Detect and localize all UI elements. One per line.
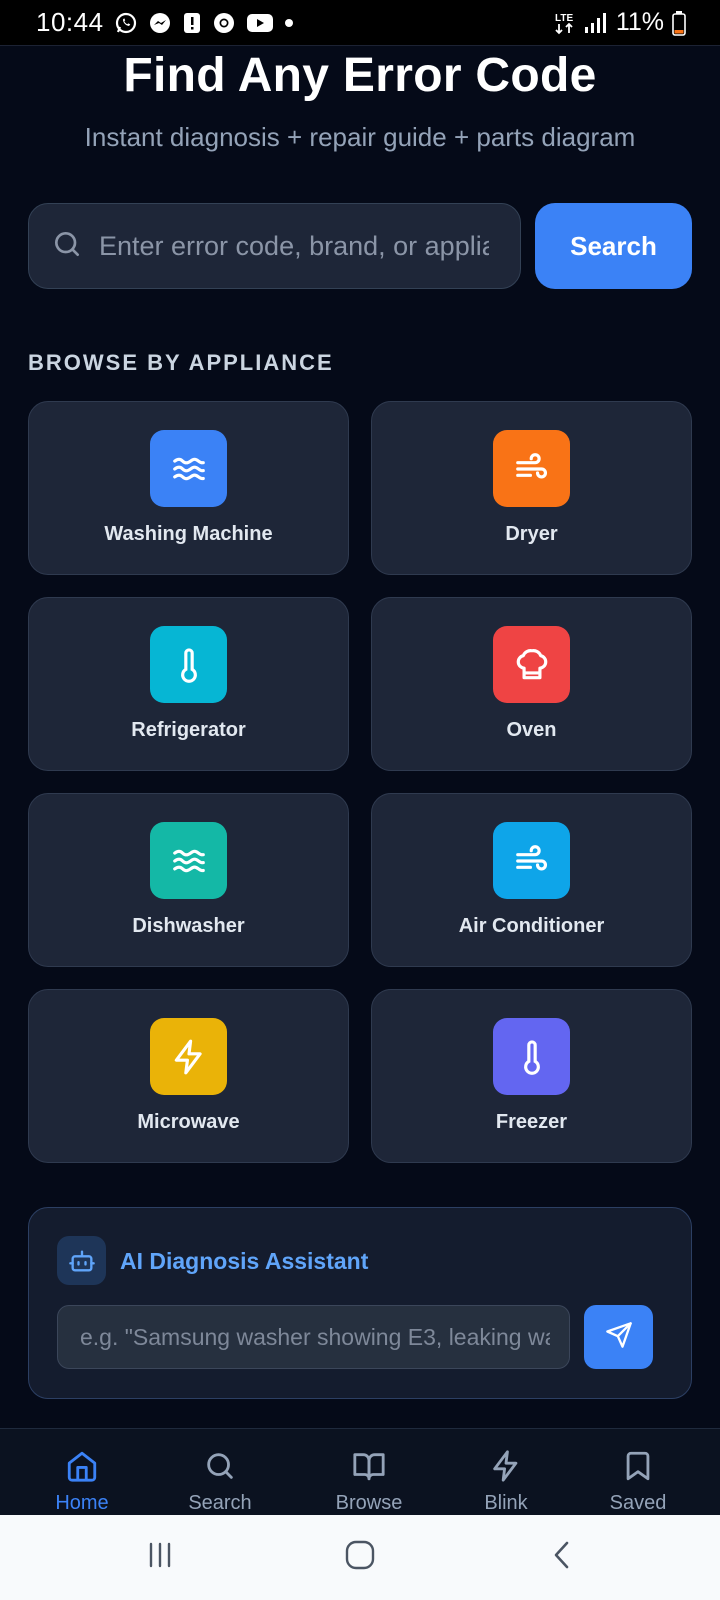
messenger-icon: [148, 11, 172, 35]
waves-icon: [150, 822, 227, 899]
nav-item-home[interactable]: Home: [40, 1429, 124, 1516]
appliance-tile-washing-machine[interactable]: Washing Machine: [28, 401, 349, 575]
status-time: 10:44: [36, 7, 104, 37]
nav-label: Search: [188, 1492, 252, 1514]
search-button[interactable]: Search: [535, 203, 692, 289]
home-circle-icon: [344, 1539, 376, 1576]
nav-label: Blink: [484, 1492, 528, 1514]
status-left: 10:44: [36, 7, 294, 38]
home-icon: [65, 1449, 99, 1488]
page-subtitle: Instant diagnosis + repair guide + parts…: [84, 122, 636, 152]
appliance-tile-oven[interactable]: Oven: [371, 597, 692, 771]
bottom-nav: Home Search Browse Blink Saved: [0, 1428, 720, 1515]
zap-icon: [150, 1018, 227, 1095]
main-content: Find Any Error Code Instant diagnosis + …: [0, 46, 720, 1428]
nav-label: Browse: [335, 1492, 403, 1514]
youtube-icon: [246, 12, 274, 34]
tile-label: Refrigerator: [131, 719, 246, 741]
status-right: LTE 11%: [554, 8, 686, 37]
battery-icon: [672, 10, 686, 36]
appliance-tile-air-conditioner[interactable]: Air Conditioner: [371, 793, 692, 967]
lte-icon: LTE: [554, 10, 576, 36]
thermometer-icon: [493, 1018, 570, 1095]
nav-item-search[interactable]: Search: [178, 1429, 262, 1516]
status-bar: 10:44 LTE 11%: [0, 0, 720, 46]
bookmark-icon: [621, 1449, 655, 1488]
search-box[interactable]: [28, 203, 521, 289]
tile-label: Microwave: [137, 1111, 240, 1133]
wind-icon: [493, 430, 570, 507]
robot-icon: [57, 1236, 106, 1285]
search-icon: [203, 1449, 237, 1488]
recents-button[interactable]: [130, 1515, 190, 1600]
appliance-tile-dryer[interactable]: Dryer: [371, 401, 692, 575]
home-system-button[interactable]: [330, 1515, 390, 1600]
ai-assistant-title: AI Diagnosis Assistant: [120, 1248, 369, 1274]
browse-heading: BROWSE BY APPLIANCE: [28, 350, 334, 375]
tile-label: Dishwasher: [132, 915, 245, 937]
tile-label: Oven: [506, 719, 557, 741]
appliance-grid: Washing Machine Dryer Refrigerator Oven: [28, 401, 692, 1163]
back-chevron-icon: [547, 1540, 577, 1575]
page-title: Find Any Error Code: [123, 49, 597, 102]
dot-icon: [284, 18, 294, 28]
recents-icon: [145, 1540, 175, 1575]
tile-label: Air Conditioner: [458, 915, 605, 937]
system-nav-bar: [0, 1515, 720, 1600]
chrome-icon: [212, 11, 236, 35]
battery-percent: 11%: [615, 8, 664, 36]
appliance-tile-freezer[interactable]: Freezer: [371, 989, 692, 1163]
appliance-tile-microwave[interactable]: Microwave: [28, 989, 349, 1163]
ai-query-input[interactable]: [80, 1323, 550, 1351]
ai-assistant-card: AI Diagnosis Assistant: [28, 1207, 692, 1399]
wind-icon: [493, 822, 570, 899]
search-icon: [51, 228, 83, 265]
ai-input-box[interactable]: [57, 1305, 570, 1369]
svg-text:LTE: LTE: [555, 13, 573, 24]
send-icon: [605, 1321, 633, 1354]
tile-label: Dryer: [505, 523, 558, 545]
back-button[interactable]: [532, 1515, 592, 1600]
nav-label: Saved: [609, 1492, 667, 1514]
book-open-icon: [352, 1449, 386, 1488]
alert-icon: [182, 11, 202, 35]
tile-label: Washing Machine: [104, 523, 273, 545]
zap-icon: [489, 1449, 523, 1488]
nav-item-browse[interactable]: Browse: [324, 1429, 414, 1516]
waves-icon: [150, 430, 227, 507]
send-button[interactable]: [584, 1305, 653, 1369]
signal-icon: [584, 12, 608, 34]
tile-label: Freezer: [495, 1111, 568, 1133]
appliance-tile-refrigerator[interactable]: Refrigerator: [28, 597, 349, 771]
whatsapp-icon: [114, 11, 138, 35]
chef-hat-icon: [493, 626, 570, 703]
thermometer-icon: [150, 626, 227, 703]
appliance-tile-dishwasher[interactable]: Dishwasher: [28, 793, 349, 967]
nav-item-saved[interactable]: Saved: [596, 1429, 680, 1516]
nav-item-blink[interactable]: Blink: [466, 1429, 546, 1516]
search-input[interactable]: [99, 230, 489, 262]
nav-label: Home: [55, 1492, 109, 1514]
